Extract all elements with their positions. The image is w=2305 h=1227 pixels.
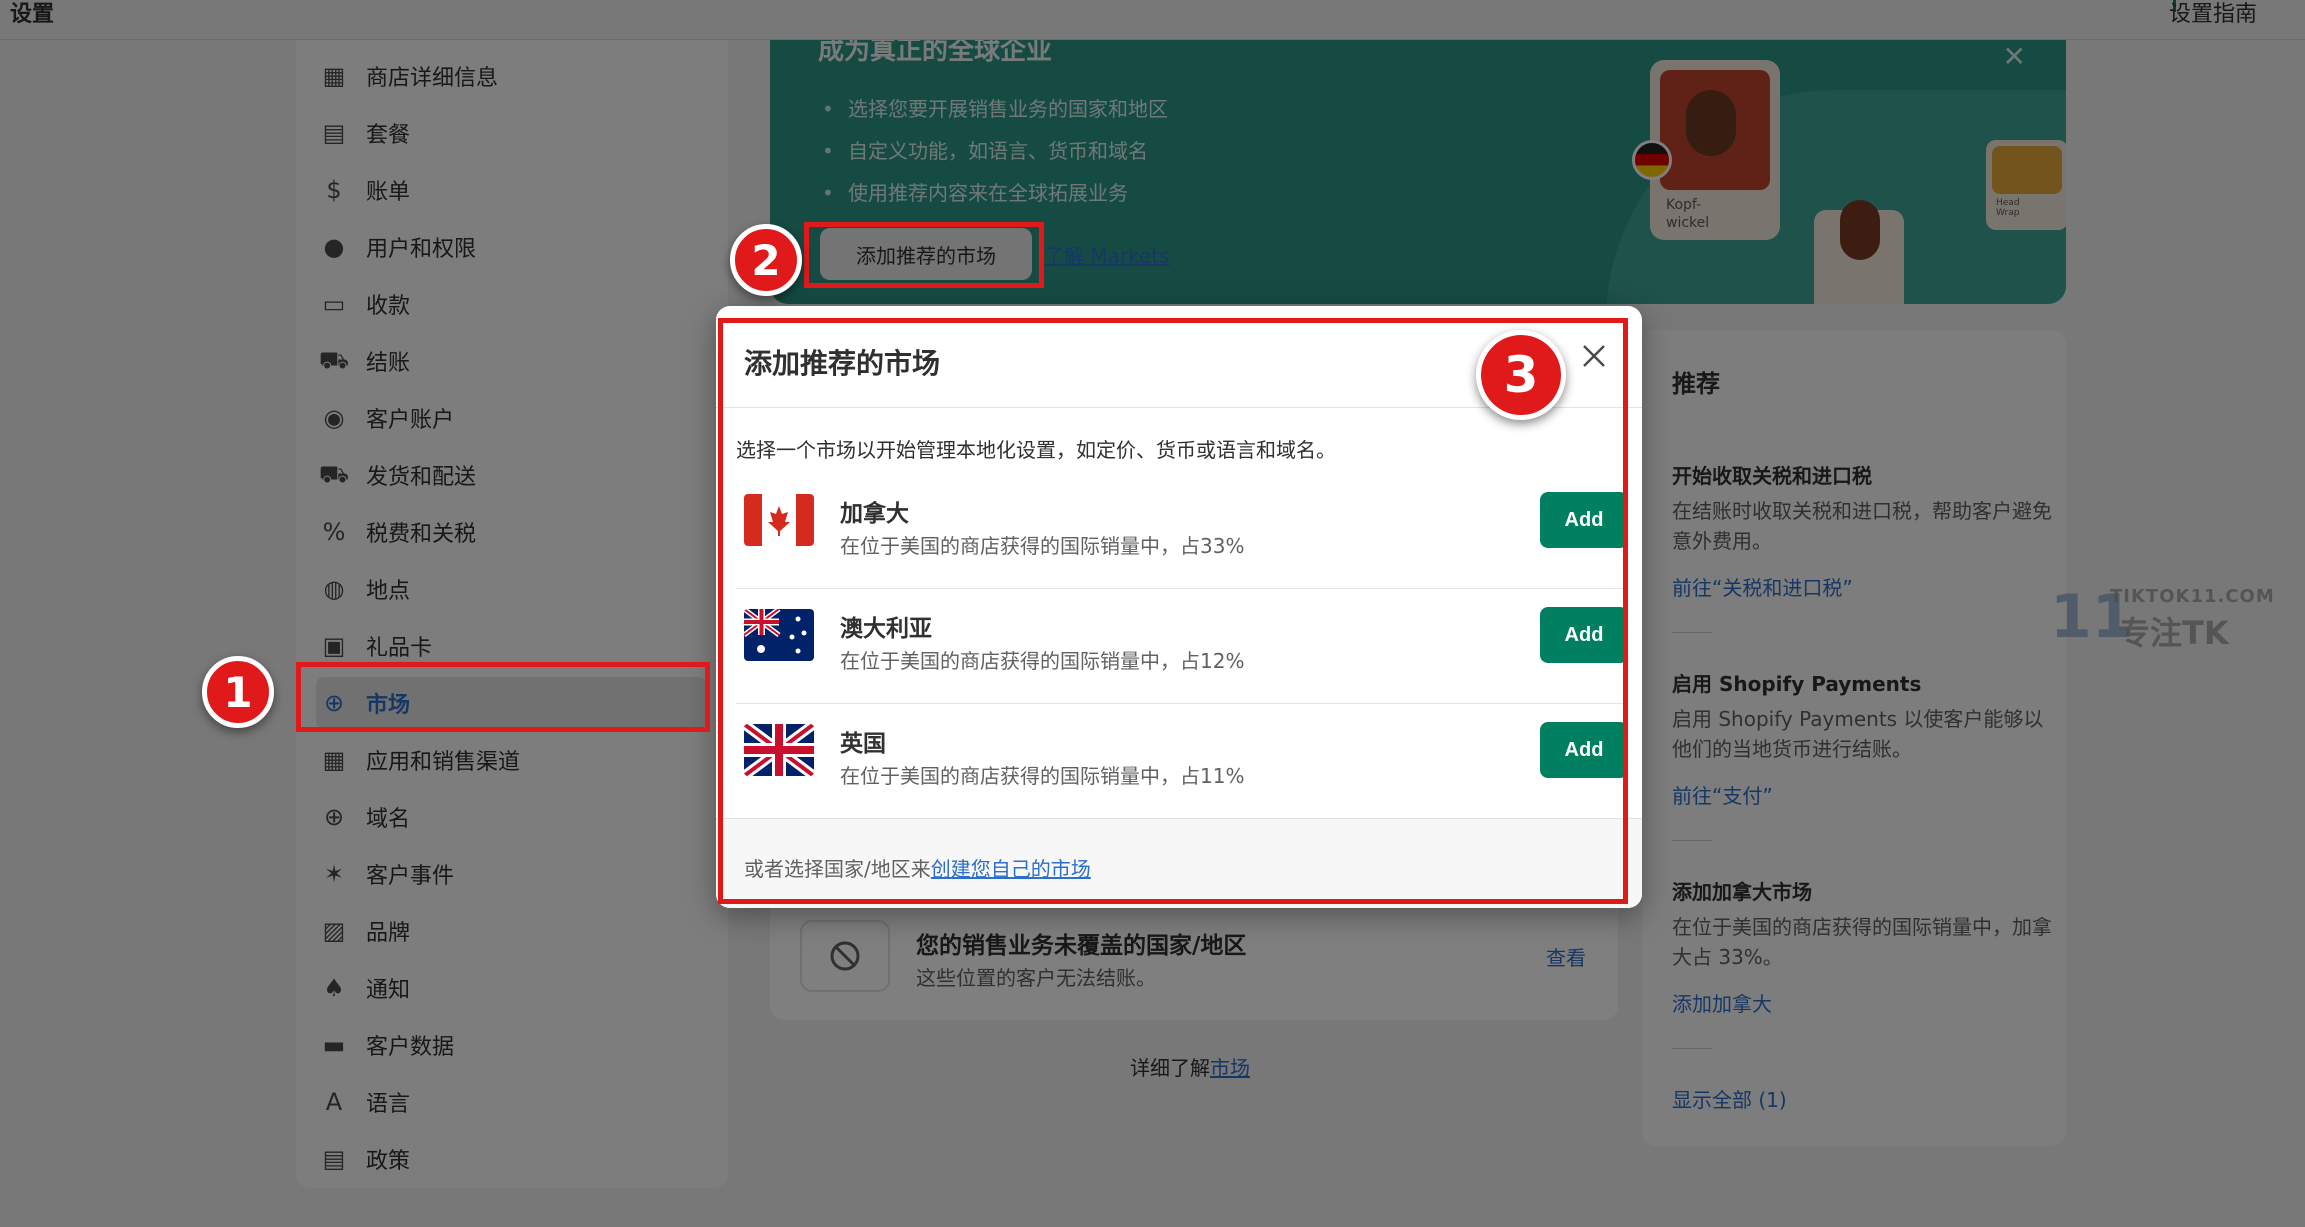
highlight-box-markets-nav [296,662,710,732]
step-badge-2: 2 [730,224,802,296]
highlight-box-add-button [804,222,1044,288]
step-badge-3: 3 [1476,330,1566,420]
step-badge-1: 1 [202,656,274,728]
